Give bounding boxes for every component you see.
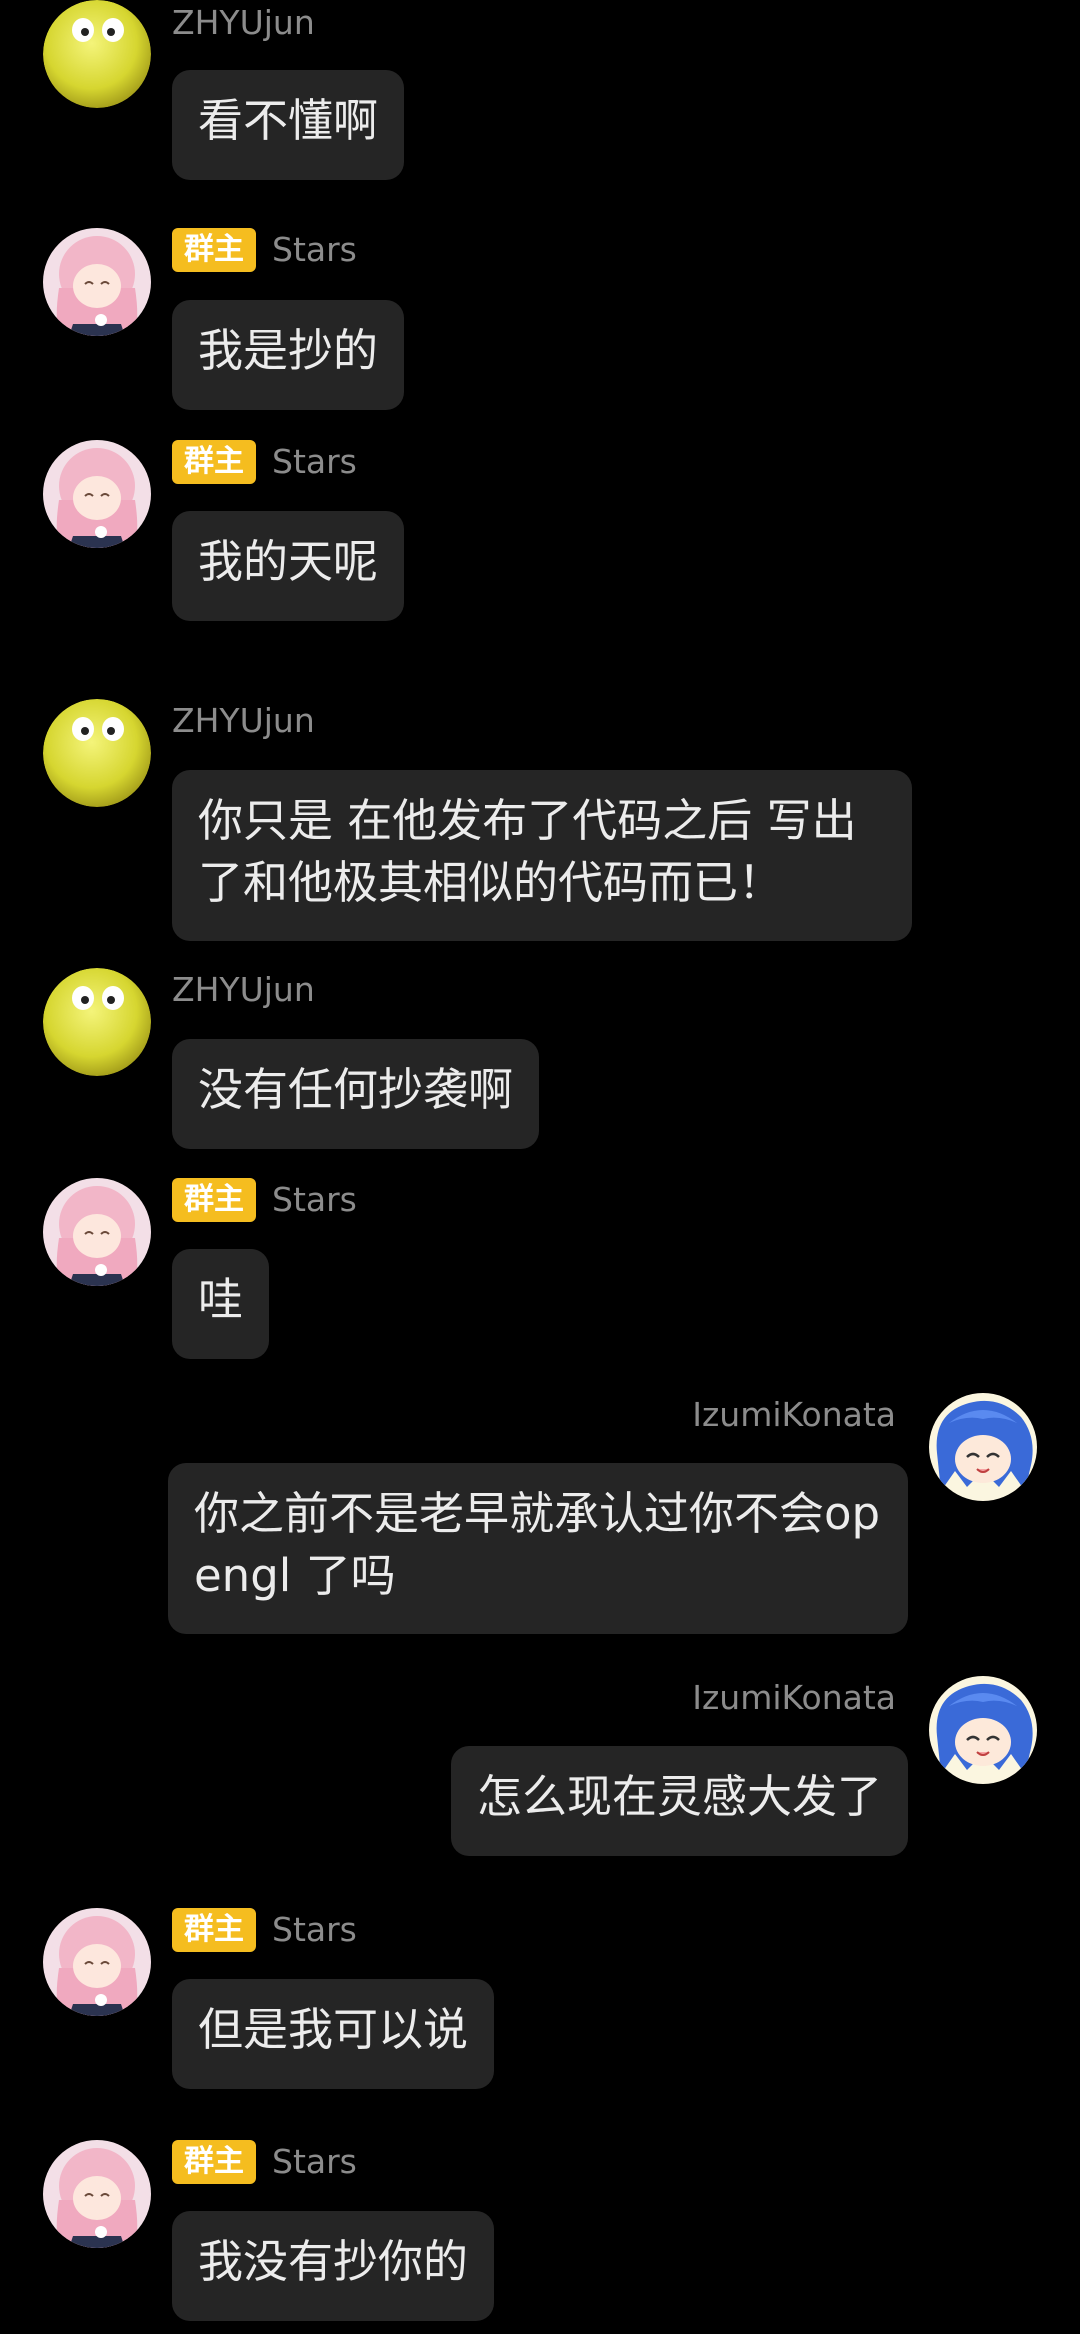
- sender-name: Stars: [272, 1910, 357, 1949]
- sender-name: ZHYUjun: [172, 3, 315, 42]
- message-bubble[interactable]: 怎么现在灵感大发了: [450, 1746, 908, 1856]
- blue-anime-avatar[interactable]: [929, 1393, 1037, 1501]
- pink-anime-avatar[interactable]: [43, 228, 151, 336]
- sender-name: IzumiKonata: [692, 1678, 896, 1717]
- pink-anime-avatar[interactable]: [43, 1908, 151, 2016]
- sender-name: ZHYUjun: [172, 970, 315, 1009]
- pink-anime-avatar[interactable]: [43, 440, 151, 548]
- pink-anime-avatar[interactable]: [43, 2140, 151, 2248]
- sender-name: ZHYUjun: [172, 701, 315, 740]
- sender-line: IzumiKonata: [692, 1675, 896, 1721]
- sender-line: 群主 Stars: [172, 1177, 357, 1223]
- owner-badge: 群主: [172, 440, 256, 484]
- sender-name: Stars: [272, 442, 357, 481]
- message-bubble[interactable]: 你之前不是老早就承认过你不会opengl 了吗: [168, 1463, 908, 1634]
- sender-line: 群主 Stars: [172, 439, 357, 485]
- sender-line: 群主 Stars: [172, 2139, 357, 2185]
- yellow-face-avatar[interactable]: [43, 699, 151, 807]
- message-bubble[interactable]: 哇: [172, 1249, 270, 1359]
- message-bubble[interactable]: 但是我可以说: [172, 1979, 495, 2089]
- sender-line: IzumiKonata: [692, 1392, 896, 1438]
- sender-name: Stars: [272, 2142, 357, 2181]
- pink-anime-avatar[interactable]: [43, 1178, 151, 1286]
- sender-name: Stars: [272, 1180, 357, 1219]
- message-bubble[interactable]: 看不懂啊: [172, 70, 405, 180]
- yellow-face-avatar[interactable]: [43, 0, 151, 108]
- owner-badge: 群主: [172, 2140, 256, 2184]
- sender-line: ZHYUjun: [172, 698, 315, 744]
- sender-line: ZHYUjun: [172, 0, 315, 46]
- owner-badge: 群主: [172, 1178, 256, 1222]
- message-bubble[interactable]: 我是抄的: [172, 300, 405, 410]
- message-bubble[interactable]: 你只是 在他发布了代码之后 写出了和他极其相似的代码而已！: [172, 770, 912, 941]
- blue-anime-avatar[interactable]: [929, 1676, 1037, 1784]
- sender-name: IzumiKonata: [692, 1395, 896, 1434]
- owner-badge: 群主: [172, 228, 256, 272]
- sender-line: 群主 Stars: [172, 227, 357, 273]
- sender-name: Stars: [272, 230, 357, 269]
- message-bubble[interactable]: 没有任何抄袭啊: [172, 1039, 540, 1149]
- chat-screen: ZHYUjun 看不懂啊 群主 Stars 我是抄的 群主 Stars 我的天呢…: [0, 0, 1080, 2334]
- message-bubble[interactable]: 我没有抄你的: [172, 2211, 495, 2321]
- sender-line: ZHYUjun: [172, 967, 315, 1013]
- owner-badge: 群主: [172, 1908, 256, 1952]
- sender-line: 群主 Stars: [172, 1907, 357, 1953]
- message-bubble[interactable]: 我的天呢: [172, 511, 405, 621]
- yellow-face-avatar[interactable]: [43, 968, 151, 1076]
